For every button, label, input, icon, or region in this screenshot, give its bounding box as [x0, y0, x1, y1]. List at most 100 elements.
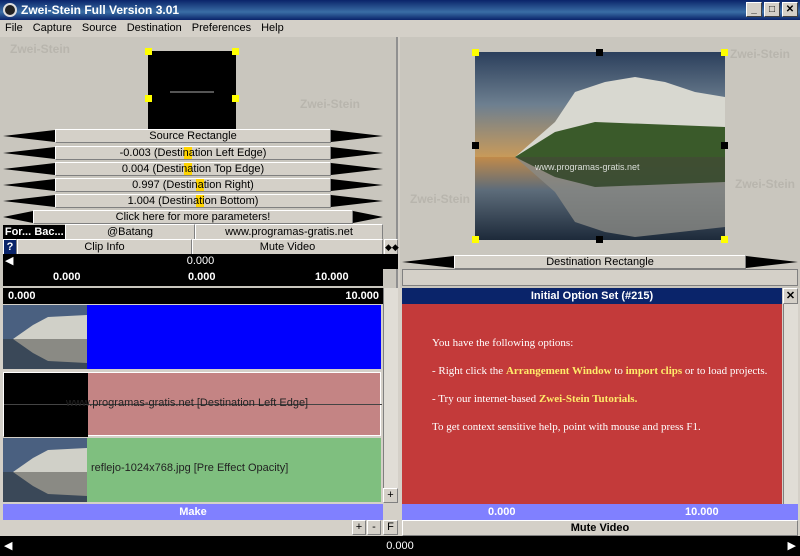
- increase-arrow-icon[interactable]: [353, 211, 383, 223]
- decrease-arrow-icon[interactable]: [3, 195, 55, 207]
- dest-rect-label[interactable]: Destination Rectangle: [454, 255, 746, 269]
- dest-rect-row: Destination Rectangle: [402, 255, 798, 269]
- zoom-in-button[interactable]: +: [352, 520, 366, 535]
- image-watermark: www.programas-gratis.net: [535, 162, 640, 172]
- info-line: - Right click the Arrangement Window to …: [432, 365, 768, 377]
- increase-arrow-icon[interactable]: [746, 256, 798, 268]
- decrease-arrow-icon[interactable]: [3, 147, 55, 159]
- menu-help[interactable]: Help: [256, 22, 289, 34]
- param-bottom-edge[interactable]: 1.004 (Destination Bottom): [55, 194, 331, 208]
- time-end: 10.000: [685, 506, 719, 518]
- time-current: 0.000: [188, 271, 216, 283]
- resize-handle[interactable]: [232, 48, 239, 55]
- track-row[interactable]: [3, 305, 381, 369]
- scroll-left-icon[interactable]: ◀: [4, 536, 12, 556]
- make-button[interactable]: Make: [3, 504, 383, 520]
- menu-capture[interactable]: Capture: [28, 22, 77, 34]
- source-preview[interactable]: [148, 51, 236, 137]
- site-field[interactable]: www.programas-gratis.net: [195, 224, 383, 240]
- scale-start: 0.000: [8, 290, 36, 302]
- watermark: Zwei-Stein: [410, 192, 471, 206]
- resize-handle[interactable]: [472, 142, 479, 149]
- track-label: www.programas-gratis.net [Destination Le…: [66, 397, 309, 409]
- increase-arrow-icon[interactable]: [331, 179, 383, 191]
- resize-handle[interactable]: [721, 49, 728, 56]
- tab-background[interactable]: Bac...: [33, 225, 65, 240]
- increase-arrow-icon[interactable]: [331, 163, 383, 175]
- increase-arrow-icon[interactable]: [331, 195, 383, 207]
- info-scrollbar[interactable]: [783, 304, 798, 518]
- decrease-arrow-icon[interactable]: [3, 211, 33, 223]
- track-row[interactable]: www.programas-gratis.net [Destination Le…: [3, 372, 382, 437]
- increase-arrow-icon[interactable]: [331, 147, 383, 159]
- decrease-arrow-icon[interactable]: [3, 163, 55, 175]
- window-title: Zwei-Stein Full Version 3.01: [21, 3, 180, 17]
- increase-arrow-icon[interactable]: [331, 130, 383, 142]
- maximize-button[interactable]: □: [764, 2, 780, 17]
- global-timeline[interactable]: ◀ 0.000 ▶: [0, 536, 800, 556]
- destination-panel: Zwei-Stein Zwei-Stein Zwei-Stein www.pro…: [400, 37, 800, 288]
- more-params-row: Click here for more parameters!: [3, 210, 383, 224]
- title-bar: Zwei-Stein Full Version 3.01 _ □ ✕: [0, 0, 800, 20]
- tutorials-link[interactable]: Zwei-Stein Tutorials.: [539, 393, 637, 405]
- resize-handle[interactable]: [472, 49, 479, 56]
- menu-source[interactable]: Source: [77, 22, 122, 34]
- global-time-value: 0.000: [386, 540, 414, 552]
- fit-button[interactable]: F: [383, 520, 398, 535]
- help-icon[interactable]: ?: [3, 239, 17, 255]
- time-end: 10.000: [315, 271, 349, 283]
- arrangement-scrollbar[interactable]: [383, 288, 398, 503]
- param-row: 0.004 (Destination Top Edge): [3, 162, 383, 176]
- slider-left-icon[interactable]: ◀: [5, 254, 13, 269]
- resize-handle[interactable]: [145, 95, 152, 102]
- resize-handle[interactable]: [596, 236, 603, 243]
- import-clips-link[interactable]: import clips: [626, 365, 683, 377]
- time-readout: 0.000 0.000 10.000: [3, 269, 383, 286]
- scroll-right-icon[interactable]: ▶: [788, 536, 796, 556]
- zoom-out-button[interactable]: -: [367, 520, 381, 535]
- source-rect-label[interactable]: Source Rectangle: [55, 129, 331, 143]
- tab-foreground[interactable]: For...: [3, 225, 33, 240]
- arrangement-window-link[interactable]: Arrangement Window: [506, 365, 612, 377]
- mute-video-button[interactable]: Mute Video: [192, 239, 383, 255]
- param-left-edge[interactable]: -0.003 (Destination Left Edge): [55, 146, 331, 160]
- destination-preview[interactable]: www.programas-gratis.net: [475, 52, 725, 240]
- decrease-arrow-icon[interactable]: [3, 179, 55, 191]
- menu-destination[interactable]: Destination: [122, 22, 187, 34]
- param-top-edge[interactable]: 0.004 (Destination Top Edge): [55, 162, 331, 176]
- param-row: 0.997 (Destination Right): [3, 178, 383, 192]
- time-start: 0.000: [488, 506, 516, 518]
- close-button[interactable]: ✕: [782, 2, 798, 17]
- resize-handle[interactable]: [232, 95, 239, 102]
- mute-video-button[interactable]: Mute Video: [402, 520, 798, 536]
- resize-handle[interactable]: [472, 236, 479, 243]
- timeline-value: 0.000: [186, 255, 215, 267]
- param-right-edge[interactable]: 0.997 (Destination Right): [55, 178, 331, 192]
- scroll-plus-button[interactable]: +: [383, 488, 398, 503]
- app-icon: [3, 3, 17, 17]
- param-row: 1.004 (Destination Bottom): [3, 194, 383, 208]
- more-params-button[interactable]: Click here for more parameters!: [33, 210, 353, 224]
- minimize-button[interactable]: _: [746, 2, 762, 17]
- track-row[interactable]: reflejo-1024x768.jpg [Pre Effect Opacity…: [3, 438, 381, 502]
- decrease-arrow-icon[interactable]: [3, 130, 55, 142]
- expand-arrows-icon[interactable]: ◆◆: [384, 239, 399, 255]
- watermark: Zwei-Stein: [300, 97, 361, 111]
- info-text: You have the following options: - Right …: [402, 304, 782, 518]
- source-panel: Zwei-Stein Zwei-Stein Source Rectangle -…: [0, 37, 399, 288]
- info-panel-title: Initial Option Set (#215): [402, 288, 782, 304]
- font-name-field[interactable]: @Batang: [65, 224, 195, 240]
- info-close-button[interactable]: ✕: [783, 288, 798, 304]
- resize-handle[interactable]: [721, 142, 728, 149]
- timeline-slider[interactable]: ◀ 0.000: [3, 254, 398, 269]
- resize-handle[interactable]: [596, 49, 603, 56]
- info-line: You have the following options:: [432, 337, 574, 349]
- menu-file[interactable]: File: [0, 22, 28, 34]
- resize-handle[interactable]: [721, 236, 728, 243]
- resize-handle[interactable]: [145, 48, 152, 55]
- dest-scroll[interactable]: [402, 269, 798, 286]
- decrease-arrow-icon[interactable]: [402, 256, 454, 268]
- menu-bar: File Capture Source Destination Preferen…: [0, 20, 800, 36]
- clip-info-button[interactable]: Clip Info: [17, 239, 192, 255]
- menu-preferences[interactable]: Preferences: [187, 22, 256, 34]
